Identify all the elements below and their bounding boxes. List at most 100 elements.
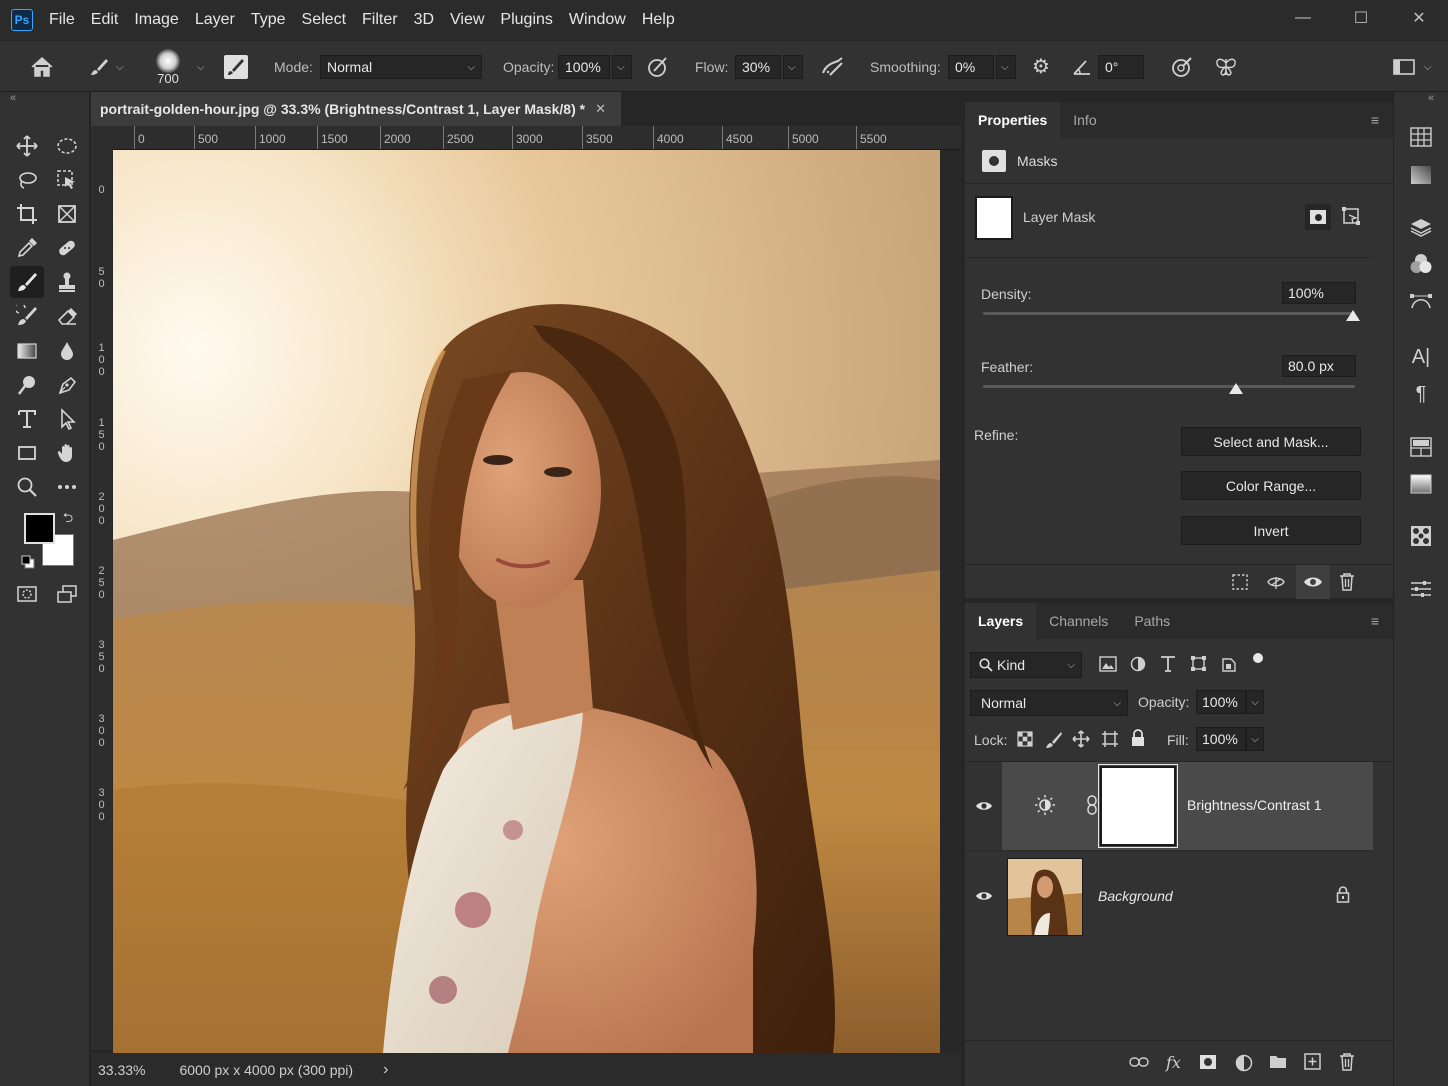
brush-angle-input[interactable]: 0° (1098, 55, 1144, 79)
horizontal-ruler[interactable]: 0 500 1000 1500 2000 2500 3000 3500 4000… (112, 126, 961, 150)
ruler-origin[interactable] (91, 126, 112, 150)
layers-panel-menu-icon[interactable]: ≡ (1371, 613, 1379, 629)
layer-effects-fx-icon[interactable]: fx (1166, 1053, 1181, 1072)
filter-pixel-layers-icon[interactable] (1099, 656, 1117, 675)
portrait-photo-canvas[interactable] (113, 150, 940, 1053)
tab-channels[interactable]: Channels (1036, 603, 1121, 639)
layer-filter-kind-select[interactable]: Kind ⌵ (970, 652, 1082, 678)
lock-artboard-icon[interactable] (1101, 730, 1119, 751)
paragraph-panel-icon[interactable]: ¶ (1408, 381, 1434, 407)
load-selection-from-mask-icon[interactable] (1231, 573, 1249, 594)
lasso-tool-icon[interactable] (10, 164, 44, 196)
symmetry-butterfly-icon[interactable] (1213, 41, 1239, 93)
panel-menu-icon[interactable]: ≡ (1371, 112, 1379, 128)
object-selection-tool-icon[interactable] (50, 164, 84, 196)
new-group-folder-icon[interactable] (1269, 1054, 1287, 1072)
vertical-ruler[interactable]: 0 5 0 1 0 0 1 5 0 2 0 0 2 5 0 3 5 0 3 0 … (91, 150, 112, 1050)
menu-filter[interactable]: Filter (354, 0, 406, 40)
lock-image-pixels-icon[interactable] (1045, 731, 1063, 752)
home-icon[interactable] (30, 41, 54, 93)
layer-mask-thumbnail-selected[interactable] (1098, 764, 1178, 848)
more-tools-icon[interactable] (50, 471, 84, 503)
hand-tool-icon[interactable] (50, 437, 84, 469)
menu-select[interactable]: Select (294, 0, 354, 40)
dodge-tool-icon[interactable] (10, 369, 44, 401)
delete-mask-icon[interactable] (1339, 572, 1355, 594)
smoothing-input[interactable]: 0% (948, 55, 994, 79)
add-vector-mask-icon[interactable] (1341, 206, 1361, 229)
brush-size-picker[interactable]: 700 (156, 41, 180, 93)
density-slider-thumb[interactable] (1346, 310, 1360, 321)
blur-tool-icon[interactable] (50, 335, 84, 367)
fill-dropdown[interactable]: ⌵ (1246, 727, 1264, 751)
gradients-panel-icon[interactable] (1408, 162, 1434, 188)
lock-transparent-pixels-icon[interactable] (1017, 731, 1033, 750)
workspace-switcher-icon[interactable]: ⌵ (1392, 41, 1432, 93)
flow-input[interactable]: 30% (735, 55, 781, 79)
smoothing-dropdown[interactable]: ⌵ (996, 55, 1016, 79)
menu-3d[interactable]: 3D (406, 0, 442, 40)
filter-type-layers-icon[interactable] (1160, 655, 1176, 675)
color-range-button[interactable]: Color Range... (1181, 471, 1361, 500)
collapse-dock-icon[interactable]: « (1428, 92, 1434, 104)
fill-input[interactable]: 100% (1196, 727, 1246, 751)
layer-visibility-toggle[interactable] (965, 762, 1002, 850)
invert-button[interactable]: Invert (1181, 516, 1361, 545)
default-colors-icon[interactable] (18, 552, 38, 572)
filter-adjustment-layers-icon[interactable] (1130, 656, 1146, 675)
minimize-button[interactable]: — (1274, 0, 1332, 36)
status-menu-arrow-icon[interactable]: › (383, 1061, 388, 1079)
collapse-toolbar-icon[interactable]: « (10, 92, 16, 104)
move-tool-icon[interactable] (10, 130, 44, 162)
history-brush-tool-icon[interactable] (10, 300, 44, 332)
paths-panel-icon[interactable] (1408, 288, 1434, 314)
new-layer-icon[interactable] (1304, 1053, 1321, 1073)
layer-name-background[interactable]: Background (1098, 888, 1173, 904)
tab-info[interactable]: Info (1060, 102, 1109, 138)
document-tab[interactable]: portrait-golden-hour.jpg @ 33.3% (Bright… (91, 92, 621, 126)
apply-mask-icon[interactable] (1266, 573, 1286, 594)
smoothing-settings-gear-icon[interactable]: ⚙ (1032, 41, 1050, 93)
background-layer-thumbnail[interactable] (1007, 858, 1083, 936)
menu-file[interactable]: File (41, 0, 83, 40)
layer-mask-thumbnail[interactable] (975, 196, 1013, 240)
filter-smart-objects-icon[interactable] (1221, 655, 1237, 675)
select-and-mask-button[interactable]: Select and Mask... (1181, 427, 1361, 456)
swatches-grid-icon[interactable] (1408, 124, 1434, 150)
density-slider-track[interactable] (983, 312, 1355, 315)
layer-blend-mode-select[interactable]: Normal ⌵ (970, 690, 1128, 716)
filter-toggle-icon[interactable] (1253, 653, 1263, 663)
foreground-color-swatch[interactable] (24, 513, 55, 544)
feather-slider-thumb[interactable] (1228, 383, 1243, 394)
brightness-contrast-adjustment-icon[interactable] (1034, 794, 1056, 819)
properties-sliders-icon[interactable] (1408, 576, 1434, 602)
tab-layers[interactable]: Layers (965, 603, 1037, 639)
gradient-tool-icon[interactable] (10, 335, 44, 367)
healing-brush-tool-icon[interactable] (50, 232, 84, 264)
lock-position-icon[interactable] (1072, 730, 1090, 751)
pen-tool-icon[interactable] (50, 369, 84, 401)
brush-picker-chevron-icon[interactable]: ⌵ (197, 62, 205, 73)
pressure-opacity-icon[interactable] (646, 41, 670, 93)
feather-input[interactable]: 80.0 px (1282, 355, 1356, 377)
add-pixel-mask-button[interactable] (1305, 204, 1331, 230)
menu-window[interactable]: Window (561, 0, 634, 40)
flow-dropdown[interactable]: ⌵ (783, 55, 803, 79)
brush-tool-preset-icon[interactable]: ⌵ (88, 41, 124, 93)
screen-mode-icon[interactable] (50, 578, 84, 610)
link-layers-icon[interactable] (1129, 1056, 1149, 1071)
menu-edit[interactable]: Edit (83, 0, 127, 40)
close-document-icon[interactable]: ✕ (595, 101, 606, 117)
maximize-button[interactable]: ☐ (1332, 0, 1390, 36)
menu-layer[interactable]: Layer (187, 0, 243, 40)
menu-help[interactable]: Help (634, 0, 683, 40)
patterns-panel-icon[interactable] (1408, 523, 1434, 549)
frame-tool-icon[interactable] (50, 198, 84, 230)
channels-panel-icon[interactable] (1408, 251, 1434, 277)
rectangle-tool-icon[interactable] (10, 437, 44, 469)
path-selection-tool-icon[interactable] (50, 403, 84, 435)
character-panel-icon[interactable]: A| (1408, 344, 1434, 370)
adjustments-panel-icon[interactable] (1408, 471, 1434, 497)
libraries-panel-icon[interactable] (1408, 434, 1434, 460)
new-adjustment-layer-icon[interactable] (1235, 1054, 1253, 1075)
